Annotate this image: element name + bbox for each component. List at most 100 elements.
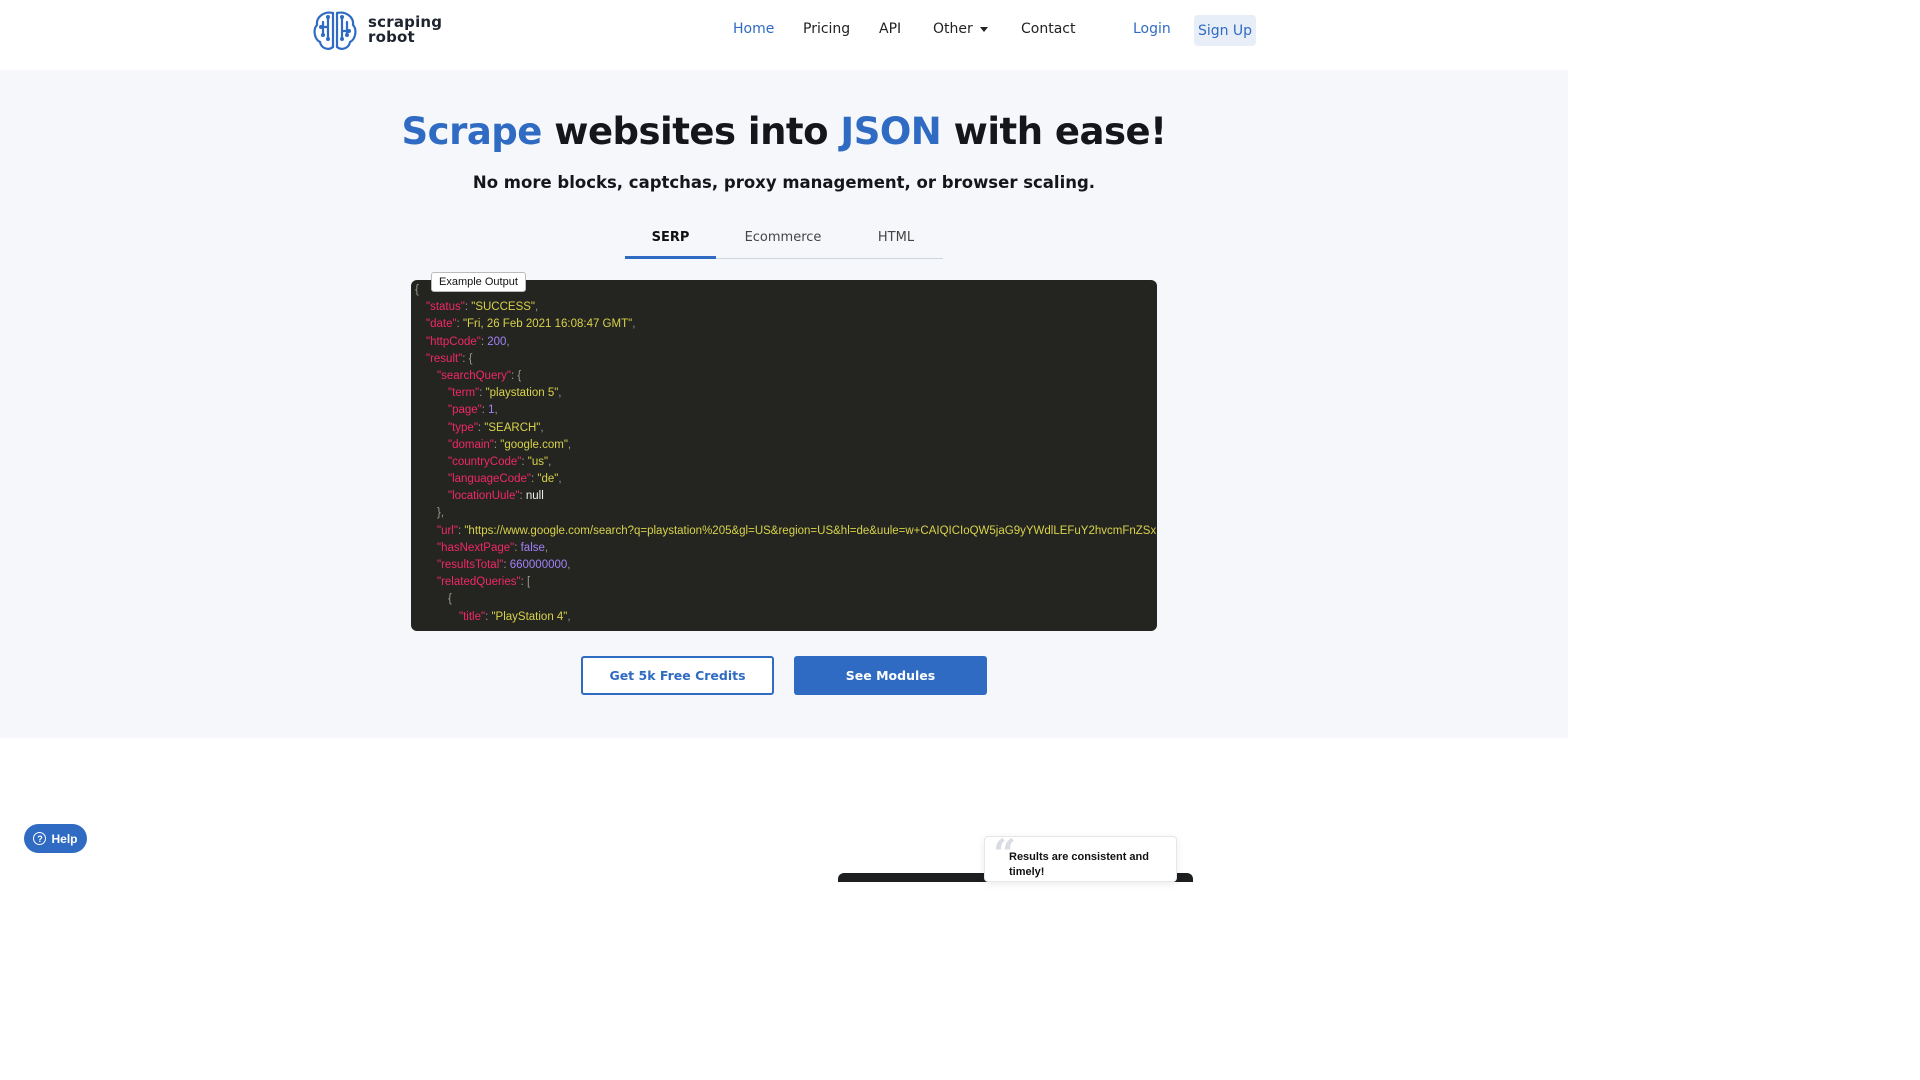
signup-button[interactable]: Sign Up (1194, 15, 1256, 46)
code-token: , (494, 404, 498, 417)
code-token: , (567, 610, 571, 623)
code-token: "google.com" (500, 438, 568, 451)
code-token: { (448, 593, 452, 606)
hero-section: Scrape websites into JSON with ease! No … (0, 70, 1568, 738)
get-free-credits-button[interactable]: Get 5k Free Credits (581, 656, 774, 695)
headline-accent-json: JSON (840, 110, 942, 153)
nav-other-dropdown[interactable]: Other (933, 21, 988, 37)
code-token: "locationUule" (448, 490, 520, 503)
code-line: "locationUule": null (411, 488, 1157, 505)
code-token: "url" (437, 524, 458, 537)
code-token: "hasNextPage" (437, 541, 515, 554)
code-token: "httpCode" (426, 335, 481, 348)
code-line: "relatedQueries": [ (411, 574, 1157, 591)
see-modules-button[interactable]: See Modules (794, 656, 987, 695)
nav-pricing[interactable]: Pricing (803, 21, 850, 37)
code-token: "title" (459, 610, 486, 623)
code-token: "resultsTotal" (437, 559, 504, 571)
code-token: , (540, 421, 544, 434)
code-token: : { (462, 352, 473, 365)
code-line: "type": "SEARCH", (411, 420, 1157, 437)
code-token: "de" (537, 473, 559, 486)
code-line: "title": "PlayStation 4", (411, 609, 1157, 626)
code-token: , (548, 455, 552, 468)
code-token: , (506, 335, 510, 348)
code-token: "result" (426, 352, 463, 365)
chevron-down-icon (979, 26, 988, 32)
code-line: "result": { (411, 351, 1157, 368)
code-line: "status": "SUCCESS", (411, 299, 1157, 316)
code-token: , (567, 559, 571, 571)
code-line: "resultsTotal": 660000000, (411, 557, 1157, 574)
code-token: null (525, 490, 544, 503)
help-button[interactable]: ? Help (24, 824, 87, 853)
code-line: "httpCode": 200, (411, 334, 1157, 351)
code-token: "status" (426, 301, 465, 314)
code-token: "type" (448, 421, 478, 434)
code-token: 660000000 (509, 559, 568, 571)
code-token: , (544, 541, 549, 554)
code-line: }, (411, 505, 1157, 522)
code-token: "Fri, 26 Feb 2021 16:08:47 GMT" (462, 318, 633, 331)
code-token: , (535, 301, 539, 314)
code-line: "hasNextPage": false, (411, 540, 1157, 557)
logo[interactable]: scraping robot (312, 9, 442, 51)
nav-home[interactable]: Home (733, 21, 774, 37)
code-line: "countryCode": "us", (411, 454, 1157, 471)
tab-serp[interactable]: SERP (625, 230, 716, 259)
code-token: , (558, 473, 562, 486)
code-line: { (411, 591, 1157, 608)
code-token: "us" (527, 455, 549, 468)
code-output-panel[interactable]: { "status": "SUCCESS", "date": "Fri, 26 Fe… (411, 280, 1157, 631)
headline-accent-scrape: Scrape (401, 110, 543, 153)
code-token: "PlayStation 4" (491, 610, 568, 623)
top-nav: scraping robot Home Pricing API Other Co… (0, 0, 1568, 70)
tab-html[interactable]: HTML (859, 230, 933, 259)
code-token: "searchQuery" (437, 369, 511, 382)
code-line: "languageCode": "de", (411, 471, 1157, 488)
code-token: , (558, 387, 562, 400)
logo-text: scraping robot (368, 15, 442, 45)
code-token: "playstation 5" (485, 387, 559, 400)
nav-contact[interactable]: Contact (1021, 21, 1075, 37)
help-label: Help (51, 831, 78, 846)
code-token: : [ (520, 576, 531, 589)
code-token: "term" (448, 387, 480, 400)
code-token: "relatedQueries" (437, 576, 521, 589)
code-token: , (632, 318, 636, 331)
example-output-label: Example Output (431, 272, 526, 292)
code-token: "date" (426, 318, 457, 331)
code-token: "countryCode" (448, 455, 522, 468)
code-line: "page": 1, (411, 402, 1157, 419)
code-lines: { "status": "SUCCESS", "date": "Fri, 26 Fe… (411, 282, 1157, 626)
login-link[interactable]: Login (1133, 21, 1171, 37)
output-tabs: SERP Ecommerce HTML (625, 230, 943, 259)
testimonial-card: “ Results are consistent and timely! (984, 835, 1177, 882)
code-token: "domain" (448, 438, 494, 451)
nav-api[interactable]: API (879, 21, 901, 37)
hero-headline: Scrape websites into JSON with ease! (0, 110, 1568, 153)
code-token: "page" (448, 404, 482, 417)
code-token: false (520, 541, 545, 554)
brain-logo-icon (313, 11, 357, 50)
code-token: { (415, 284, 419, 296)
code-token: "https://www.google.com/search?q=playsta… (464, 524, 1157, 537)
code-line: "url": "https://www.google.com/search?q=… (411, 523, 1157, 540)
code-line: "searchQuery": { (411, 368, 1157, 385)
hero-subhead: No more blocks, captchas, proxy manageme… (472, 173, 1096, 192)
code-token: }, (437, 507, 445, 520)
question-icon: ? (33, 832, 47, 845)
code-line: "term": "playstation 5", (411, 385, 1157, 402)
nav-other-label: Other (933, 21, 973, 37)
code-line: "date": "Fri, 26 Feb 2021 16:08:47 GMT", (411, 316, 1157, 333)
headline-mid: websites into (541, 110, 841, 153)
testimonial-text: Results are consistent and timely! (1009, 851, 1149, 878)
code-token: "SUCCESS" (471, 301, 536, 314)
code-token: : { (511, 369, 522, 382)
logo-line2: robot (368, 28, 415, 46)
tab-ecommerce[interactable]: Ecommerce (737, 230, 829, 259)
code-line: "domain": "google.com", (411, 437, 1157, 454)
code-token: "languageCode" (448, 473, 531, 486)
headline-end: with ease! (941, 110, 1167, 153)
code-token: , (567, 438, 572, 451)
